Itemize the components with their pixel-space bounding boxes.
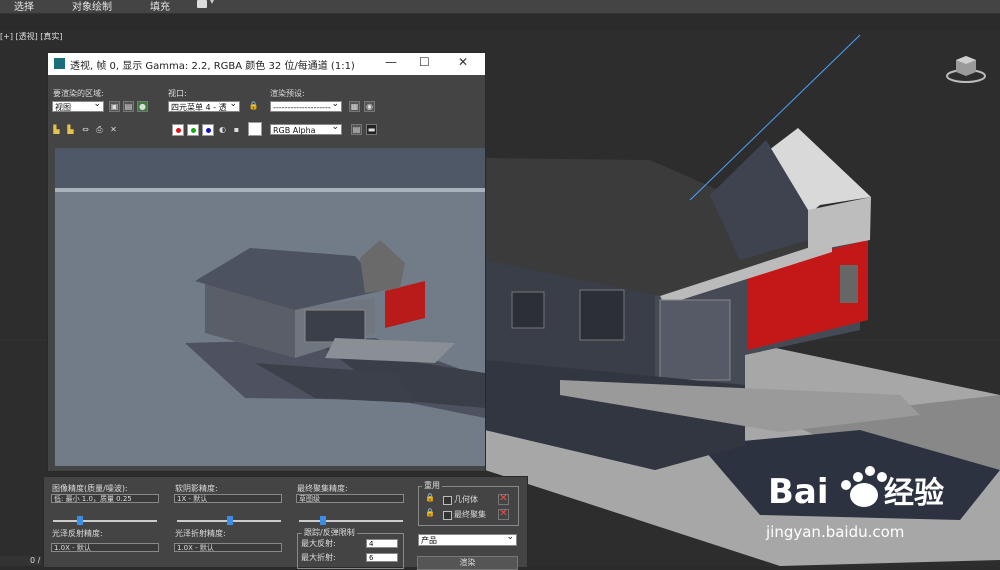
alpha-channel-icon[interactable]: ◐ (217, 125, 228, 136)
clear-geometry-button[interactable]: ✕ (498, 494, 509, 505)
geometry-label: 几何体 (454, 495, 478, 504)
menu-fill[interactable]: 填充 (150, 0, 170, 13)
main-toolbar: 选择 对象绘制 填充 ▾ (0, 0, 1000, 14)
timeline-value: 0 / (30, 556, 41, 565)
blue-channel-toggle[interactable] (202, 124, 214, 136)
menu-object-paint[interactable]: 对象绘制 (72, 0, 112, 13)
color-swatch[interactable] (248, 122, 262, 136)
render-settings-panel: 图像精度(质量/噪波): 低: 最小 1.0，质量 0.25 软阴影精度: 1X… (43, 476, 528, 569)
final-gather-field: 草图级 (296, 494, 404, 503)
area-dropdown[interactable]: 视图 (52, 99, 104, 112)
green-channel-toggle[interactable] (187, 124, 199, 136)
copy-image-icon[interactable]: ▙ (65, 125, 76, 136)
trace-title: 跟踪/反弹限制 (302, 527, 357, 538)
channel-dropdown[interactable]: RGB Alpha (270, 122, 342, 135)
lock-geometry-icon[interactable]: 🔒 (425, 493, 435, 502)
reuse-title: 重用 (422, 480, 442, 491)
panel-toggle-icon[interactable]: ▬ (366, 124, 377, 135)
preset-label: 渲染预设: (270, 89, 305, 98)
final-gather-reuse-label: 最终聚集 (454, 510, 486, 519)
save-image-icon[interactable]: ▙ (51, 125, 62, 136)
final-gather-checkbox[interactable] (443, 511, 452, 520)
render-frame-window: 透视, 帧 0, 显示 Gamma: 2.2, RGBA 颜色 32 位/每通道… (47, 52, 486, 472)
soft-shadow-field: 1X - 默认 (174, 494, 282, 503)
menu-select[interactable]: 选择 (14, 0, 34, 13)
product-dropdown[interactable]: 产品 (418, 532, 517, 546)
viewcube-icon[interactable] (946, 52, 986, 84)
glossy-refract-label: 光泽折射精度: (175, 529, 226, 538)
edit-region-icon[interactable]: ▣ (109, 101, 120, 112)
max-reflect-label: 最大反射: (301, 539, 336, 548)
glossy-refract-field: 1.0X - 默认 (174, 543, 282, 552)
lock-icon[interactable]: 🔒 (248, 101, 259, 112)
teapot-icon[interactable]: ● (137, 101, 148, 112)
image-precision-slider[interactable] (53, 516, 157, 525)
render-window-titlebar: 透视, 帧 0, 显示 Gamma: 2.2, RGBA 颜色 32 位/每通道… (48, 53, 485, 75)
viewport-label[interactable]: [+] [透视] [真实] (0, 31, 63, 42)
clear-final-gather-button[interactable]: ✕ (498, 509, 509, 520)
rendered-image (55, 148, 485, 466)
close-icon[interactable]: ✕ (458, 55, 468, 69)
app-icon (54, 58, 65, 69)
soft-shadow-label: 软阴影精度: (175, 484, 218, 493)
viewport-dropdown[interactable]: 四元菜单 4 - 透 (168, 99, 240, 112)
image-precision-field: 低: 最小 1.0，质量 0.25 (51, 494, 159, 503)
preset-dropdown[interactable]: -------------------- (270, 99, 342, 112)
max-reflect-input[interactable]: 4 (366, 539, 398, 548)
render-window-title: 透视, 帧 0, 显示 Gamma: 2.2, RGBA 颜色 32 位/每通道… (70, 61, 355, 72)
caret-down-icon[interactable]: ▾ (210, 0, 214, 6)
clone-frame-icon[interactable]: ⇔ (80, 125, 91, 136)
image-precision-knob[interactable] (77, 516, 83, 525)
display-mode-icon[interactable]: ▤ (351, 124, 362, 135)
baidu-logo: Bai 经验 (768, 466, 944, 512)
glossy-reflect-field: 1.0X - 默认 (51, 543, 159, 552)
render-button[interactable]: 渲染 (417, 556, 518, 570)
render-preview (55, 148, 485, 466)
final-gather-slider[interactable] (299, 516, 403, 525)
area-label: 要渲染的区域: (53, 89, 104, 98)
watermark-url: jingyan.baidu.com (766, 523, 905, 541)
minimize-icon[interactable]: — (385, 55, 397, 69)
reuse-group (418, 486, 519, 526)
monochrome-icon[interactable]: ▪ (231, 125, 242, 136)
print-icon[interactable]: ⎙ (94, 125, 105, 136)
lock-final-gather-icon[interactable]: 🔒 (425, 508, 435, 517)
clear-icon[interactable]: ✕ (108, 125, 119, 136)
glossy-reflect-label: 光泽反射精度: (52, 529, 103, 538)
maximize-icon[interactable]: ☐ (419, 55, 430, 69)
red-channel-toggle[interactable] (172, 124, 184, 136)
timeline[interactable]: 0 / (0, 556, 42, 566)
soft-shadow-slider[interactable] (177, 516, 281, 525)
final-gather-knob[interactable] (320, 516, 326, 525)
svg-text:经验: 经验 (884, 476, 944, 511)
svg-text:Bai: Bai (768, 472, 829, 512)
max-refract-label: 最大折射: (301, 553, 336, 562)
max-refract-input[interactable]: 6 (366, 553, 398, 562)
environment-icon[interactable]: ◉ (364, 101, 375, 112)
viewport-select-label: 视口: (168, 89, 187, 98)
soft-shadow-knob[interactable] (227, 516, 233, 525)
image-precision-label: 图像精度(质量/噪波): (52, 484, 128, 493)
final-gather-label: 最终聚集精度: (297, 484, 348, 493)
geometry-checkbox[interactable] (443, 496, 452, 505)
auto-region-icon[interactable]: ▤ (123, 101, 134, 112)
render-setup-icon[interactable]: ▦ (349, 101, 360, 112)
camera-icon[interactable] (197, 0, 207, 8)
